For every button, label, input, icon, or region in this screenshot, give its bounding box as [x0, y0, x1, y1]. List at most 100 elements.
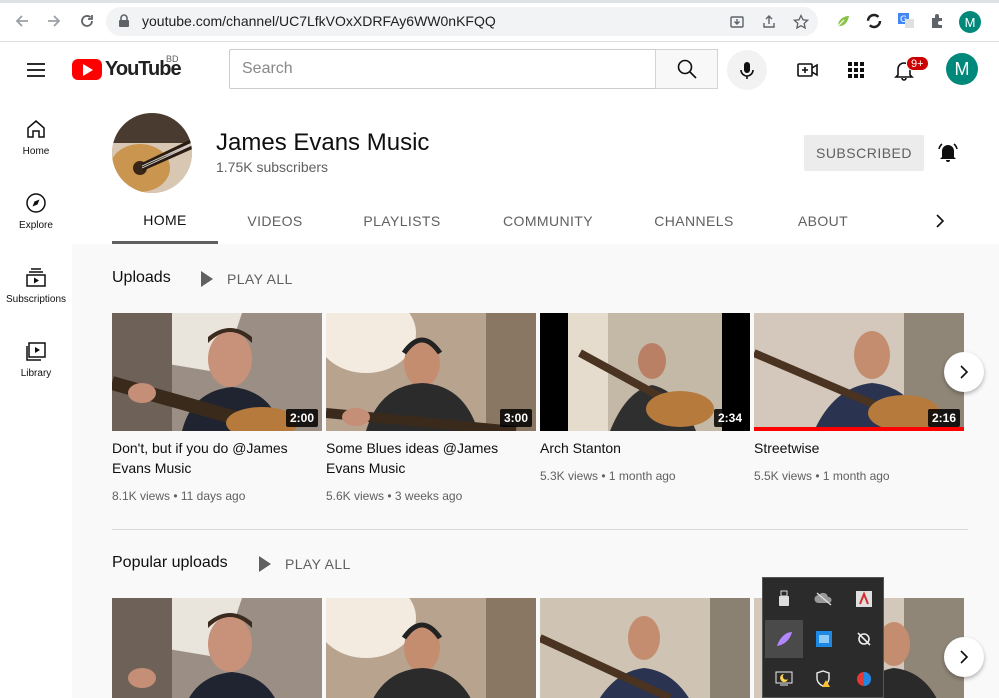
search-input[interactable]	[230, 50, 630, 88]
bell-filled-icon	[938, 143, 958, 162]
guide-item-library[interactable]: Library	[0, 320, 72, 394]
browser-profile-avatar[interactable]: M	[959, 11, 981, 33]
notification-count-badge: 9+	[906, 56, 929, 71]
url-text[interactable]: youtube.com/channel/UC7LfkVOxXDRFAy6WW0n…	[142, 13, 496, 29]
chevron-right-icon	[960, 365, 969, 379]
tray-colorful-app-icon[interactable]	[845, 660, 883, 698]
microphone-icon	[740, 62, 754, 79]
tab-about[interactable]: ABOUT	[778, 198, 868, 244]
thumbnail-image	[540, 598, 750, 698]
popular-next-button[interactable]	[944, 637, 984, 677]
subscriber-count: 1.75K subscribers	[216, 159, 329, 175]
play-all-label: PLAY ALL	[285, 556, 351, 572]
guide-item-home[interactable]: Home	[0, 98, 72, 172]
search-icon	[677, 59, 697, 79]
extension-leaf-icon[interactable]	[833, 11, 853, 31]
video-thumbnail[interactable]	[326, 598, 536, 698]
video-thumbnail[interactable]: 2:00	[112, 313, 322, 431]
subscribed-button[interactable]: SUBSCRIBED	[804, 135, 924, 171]
video-thumbnail[interactable]	[540, 598, 750, 698]
back-button[interactable]	[10, 9, 34, 33]
back-arrow-icon	[15, 15, 28, 27]
channel-name: James Evans Music	[216, 129, 430, 156]
apps-grid-icon	[848, 62, 864, 78]
extension-translate-icon[interactable]: G	[896, 11, 916, 31]
compass-icon	[26, 193, 46, 213]
tab-channels[interactable]: CHANNELS	[636, 198, 752, 244]
thumbnail-image	[326, 598, 536, 698]
apps-button[interactable]	[844, 58, 868, 82]
video-thumbnail[interactable]: 3:00	[326, 313, 536, 431]
video-camera-plus-icon	[797, 63, 818, 77]
masthead: YouTube BD 9+ M	[0, 42, 999, 98]
channel-notification-bell[interactable]	[936, 140, 960, 164]
video-thumbnail[interactable]: 2:34	[540, 313, 750, 431]
system-tray-overflow	[762, 577, 884, 698]
video-title[interactable]: Streetwise	[754, 438, 964, 458]
chevron-right-icon	[960, 650, 969, 664]
tab-videos[interactable]: VIDEOS	[218, 198, 332, 244]
mini-guide: Home Explore Subscriptions Library	[0, 98, 72, 698]
tray-usb-icon[interactable]	[765, 580, 803, 618]
uploads-section-title[interactable]: Uploads	[112, 269, 171, 287]
thumbnail-image	[112, 598, 322, 698]
tab-community[interactable]: COMMUNITY	[486, 198, 610, 244]
forward-arrow-icon	[48, 15, 61, 27]
forward-button[interactable]	[42, 9, 66, 33]
tray-security-warning-icon[interactable]	[805, 660, 843, 698]
search-button[interactable]	[655, 49, 718, 89]
account-avatar[interactable]: M	[946, 53, 978, 85]
chevron-right-icon	[936, 214, 945, 228]
bookmark-star-icon[interactable]	[792, 13, 810, 31]
reload-icon	[81, 15, 93, 27]
channel-avatar[interactable]	[112, 113, 192, 193]
voice-search-button[interactable]	[727, 50, 767, 90]
share-icon[interactable]	[760, 13, 778, 31]
country-code: BD	[166, 54, 179, 64]
tray-feather-icon[interactable]	[765, 620, 803, 658]
reload-button[interactable]	[75, 9, 99, 33]
tray-acrobat-icon[interactable]	[845, 580, 883, 618]
tabs-scroll-right-button[interactable]	[928, 209, 952, 233]
tab-strip	[0, 0, 999, 3]
extensions-puzzle-icon[interactable]	[928, 11, 948, 31]
subscriptions-icon	[26, 268, 46, 287]
create-video-button[interactable]	[796, 58, 820, 82]
popular-section-title[interactable]: Popular uploads	[112, 554, 228, 572]
guide-item-label: Explore	[19, 220, 53, 231]
video-thumbnail[interactable]	[112, 598, 322, 698]
watched-progress-bar	[754, 427, 964, 431]
tray-night-light-icon[interactable]	[765, 660, 803, 698]
tray-satellite-icon[interactable]	[845, 620, 883, 658]
address-bar[interactable]: youtube.com/channel/UC7LfkVOxXDRFAy6WW0n…	[106, 7, 818, 36]
lock-icon	[119, 14, 129, 27]
video-metadata: 5.3K views • 1 month ago	[540, 469, 676, 483]
guide-item-subscriptions[interactable]: Subscriptions	[0, 246, 72, 320]
popular-play-all-button[interactable]: PLAY ALL	[259, 556, 351, 572]
guide-item-explore[interactable]: Explore	[0, 172, 72, 246]
guide-item-label: Home	[22, 146, 50, 157]
video-duration: 2:34	[713, 409, 746, 427]
section-divider	[112, 529, 968, 530]
video-title[interactable]: Arch Stanton	[540, 438, 750, 458]
guide-menu-button[interactable]	[24, 58, 48, 82]
guide-item-label: Library	[20, 368, 52, 379]
search-box[interactable]	[229, 49, 656, 89]
tab-playlists[interactable]: PLAYLISTS	[342, 198, 462, 244]
tab-home[interactable]: HOME	[112, 198, 218, 244]
video-title[interactable]: Don't, but if you do @James Evans Music	[112, 438, 322, 478]
youtube-logo[interactable]: YouTube	[72, 58, 182, 81]
tray-onedrive-off-icon[interactable]	[805, 580, 843, 618]
play-icon	[201, 271, 213, 287]
guide-item-label: Subscriptions	[5, 294, 67, 305]
install-app-icon[interactable]	[728, 13, 746, 31]
uploads-play-all-button[interactable]: PLAY ALL	[201, 271, 293, 287]
video-title[interactable]: Some Blues ideas @James Evans Music	[326, 438, 536, 478]
library-icon	[26, 342, 46, 361]
tray-app-window-icon[interactable]	[805, 620, 843, 658]
video-duration: 2:16	[927, 409, 960, 427]
video-duration: 2:00	[285, 409, 318, 427]
extension-sync-icon[interactable]	[864, 11, 884, 31]
uploads-next-button[interactable]	[944, 352, 984, 392]
video-thumbnail[interactable]: 2:16	[754, 313, 964, 431]
